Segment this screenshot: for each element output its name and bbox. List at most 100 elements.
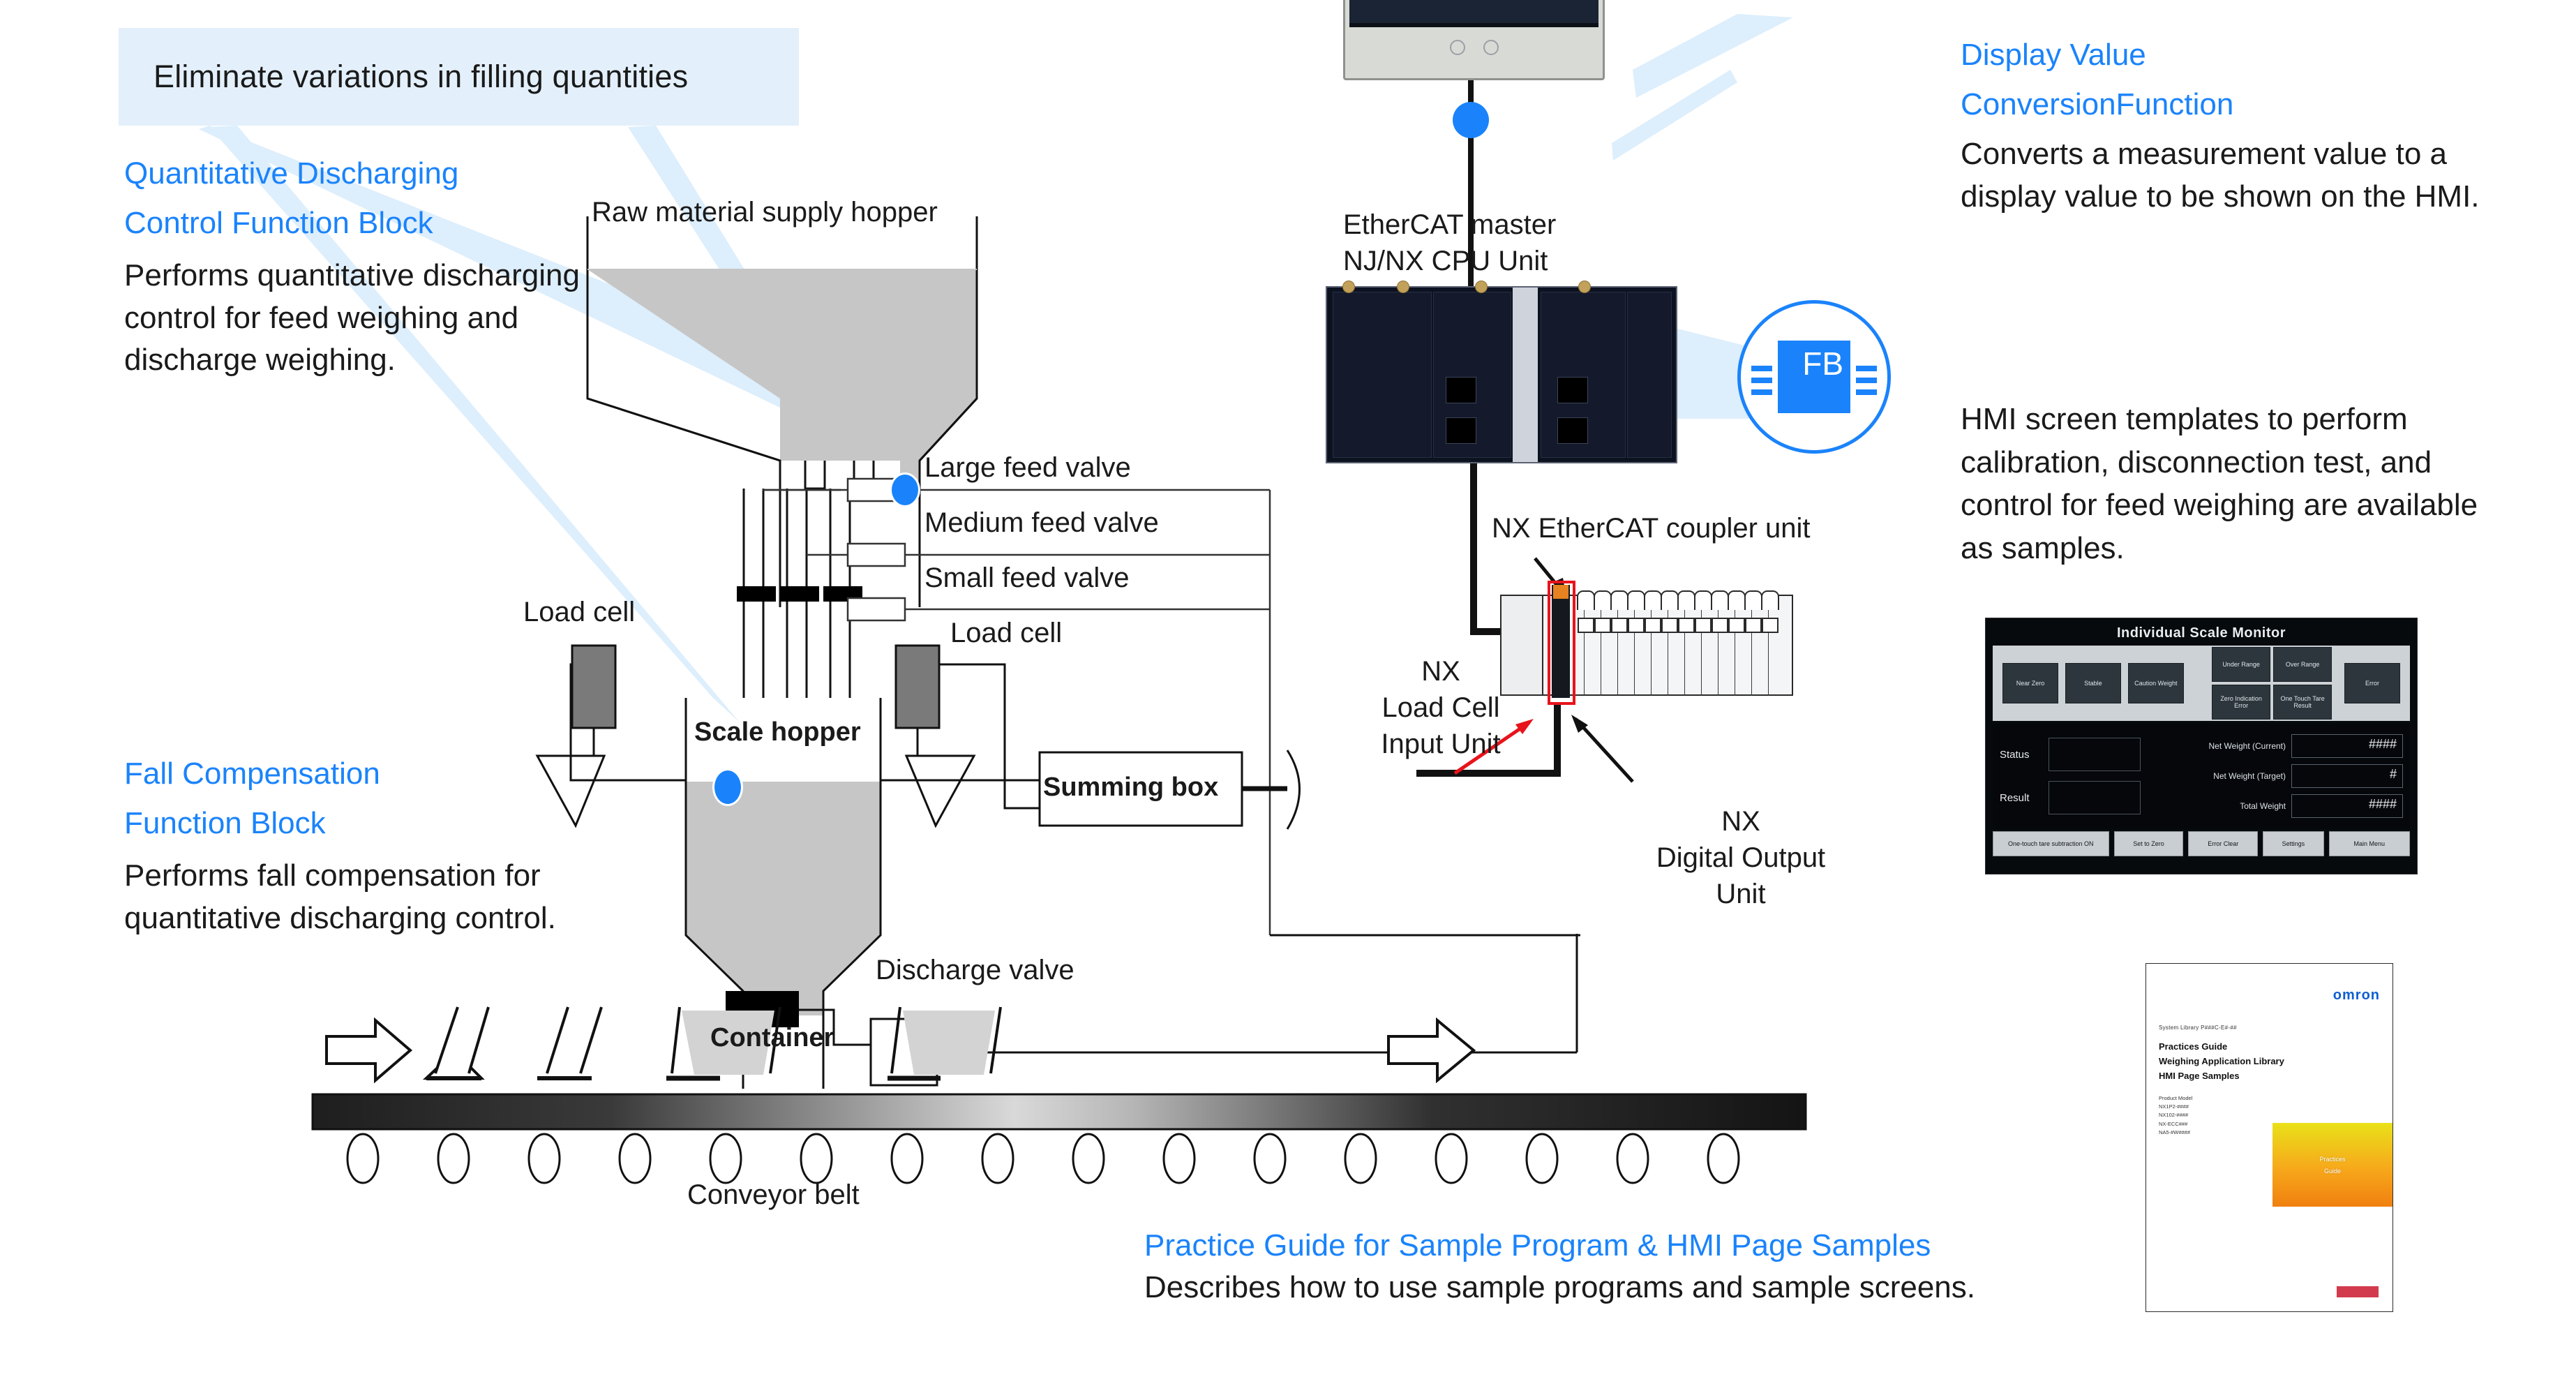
conveyor-belt [311,1093,1807,1184]
guide-title-line2: Weighing Application Library [2159,1055,2284,1066]
label-load-cell-right: Load cell [950,618,1063,648]
flow-arrow-in [325,1017,413,1084]
lamp-zero-indication-error: Zero Indication Error [2212,685,2271,720]
practices-guide-cover: omron System Library P###C-E#-## Practic… [2146,963,2393,1312]
hmi-net-weight-target-label: Net Weight (Target) [2213,771,2286,781]
label-ethercat-master-line2: NJ/NX CPU Unit [1343,246,1548,276]
hmi-touch-panel-device [1343,0,1605,80]
label-nx-load-cell-unit-line3: Input Unit [1381,729,1501,759]
hmi-result-label: Result [2000,791,2030,804]
lamp-one-touch-tare-result: One Touch Tare Result [2273,685,2332,720]
hmi-button-main-menu: Main Menu [2328,831,2410,856]
guide-badge-line2: Guide [2323,1168,2342,1175]
hmi-touch-panel-screen [1349,0,1598,27]
hmi-button-set-to-zero: Set to Zero [2113,831,2184,856]
nx-ethercat-coupler-rack [1500,579,1793,705]
label-large-feed-valve: Large feed valve [924,452,1131,483]
highlight-dot-scale-hopper [712,768,743,806]
lamp-stable: Stable [2065,663,2121,703]
hmi-status-label: Status [2000,748,2030,761]
label-scale-hopper: Scale hopper [694,717,861,747]
lamp-error: Error [2344,663,2401,703]
load-cell-unit-highlight-box [1548,581,1575,705]
lamp-over-range: Over Range [2273,647,2332,682]
individual-scale-monitor-screenshot: Individual Scale Monitor Near Zero Stabl… [1985,618,2418,874]
leader-arrow-digital-output-unit [1571,715,1634,783]
practice-guide-caption: Practice Guide for Sample Program & HMI … [1144,1228,2191,1305]
panel-heading-line2: Control Function Block [124,205,433,240]
panel-display-value-conversion: Display Value ConversionFunction Convert… [1961,35,2519,218]
fb-chip-icon: FB [1751,338,1877,416]
label-load-cell-left: Load cell [523,597,636,627]
highlight-dot-large-feed-valve [890,472,920,507]
label-nx-ethercat-coupler-unit: NX EtherCAT coupler unit [1492,513,1811,544]
hmi-value-panel: Status Result Net Weight (Current) #### … [1993,724,2410,828]
guide-title-line1: Practices Guide [2159,1041,2228,1052]
panel-heading-line2: Function Block [124,805,326,840]
fb-badge-label: FB [1802,345,1843,382]
panel-knob-icon [1483,40,1499,55]
panel-body: Performs fall compensation for quantitat… [124,858,556,935]
fb-pins-left-icon [1751,366,1772,395]
practice-guide-subtitle: Describes how to use sample programs and… [1144,1270,1975,1304]
load-cell-right [881,644,1040,828]
practice-guide-title: Practice Guide for Sample Program & HMI … [1144,1228,1931,1262]
nj-nx-cpu-unit-device [1326,281,1677,463]
hmi-templates-note: HMI screen templates to perform calibrat… [1961,402,2478,565]
hmi-status-field [2049,738,2141,771]
panel-heading-line1: Display Value [1961,38,2146,72]
hmi-total-weight-label: Total Weight [2240,801,2286,811]
label-medium-feed-valve: Medium feed valve [924,507,1159,538]
label-conveyor-belt: Conveyor belt [687,1179,860,1210]
feed-valve-blocks [737,586,862,602]
label-nx-digital-output-unit-line3: Unit [1716,879,1766,909]
lamp-under-range: Under Range [2212,647,2271,682]
panel-fall-compensation: Fall Compensation Function Block Perform… [124,754,641,939]
panel-body: Converts a measurement value to a displa… [1961,137,2480,214]
hmi-net-weight-current-label: Net Weight (Current) [2208,741,2286,751]
label-container: Container [710,1023,834,1052]
function-block-badge: FB [1737,300,1891,454]
panel-quantitative-discharging: Quantitative Discharging Control Functio… [124,154,585,382]
guide-footer-mark [2159,1291,2160,1296]
label-raw-material-supply-hopper: Raw material supply hopper [592,197,938,228]
guide-title-line3: HMI Page Samples [2159,1070,2240,1081]
panel-heading-line2: ConversionFunction [1961,87,2234,121]
guide-red-tag [2337,1286,2379,1297]
nx-ethercat-coupler-unit [1500,595,1543,696]
hmi-screen-title: Individual Scale Monitor [2116,625,2286,641]
guide-practices-badge: Practices Guide [2272,1123,2392,1207]
lamp-near-zero: Near Zero [2002,663,2058,703]
panel-body: Performs quantitative discharging contro… [124,258,580,378]
flow-arrow-out [1387,1017,1476,1084]
raw-material-supply-hopper [586,216,978,607]
label-nx-load-cell-unit-line1: NX [1421,656,1460,687]
fb-pins-right-icon [1856,366,1877,395]
hmi-net-weight-target-value: # [2291,764,2403,788]
hmi-button-one-touch-tare: One-touch tare subtraction ON [1993,831,2109,856]
hmi-total-weight-value: #### [2291,794,2403,818]
lamp-caution-weight: Caution Weight [2127,663,2184,703]
hmi-button-settings: Settings [2263,831,2324,856]
label-small-feed-valve: Small feed valve [924,563,1130,593]
guide-cat-no: System Library P###C-E#-## [2159,1025,2237,1031]
callout-banner: Eliminate variations in filling quantiti… [119,28,799,126]
hmi-touch-panel-bezel [1349,27,1598,68]
highlight-dot-hmi-cable [1453,102,1489,138]
hmi-button-error-clear: Error Clear [2188,831,2259,856]
panel-knob-icon [1449,40,1465,55]
hmi-button-row: One-touch tare subtraction ON Set to Zer… [1993,831,2410,856]
panel-heading-line1: Quantitative Discharging [124,156,459,191]
callout-banner-text: Eliminate variations in filling quantiti… [153,59,689,94]
label-summing-box: Summing box [1043,773,1219,802]
guide-badge-line1: Practices [2319,1156,2346,1163]
label-ethercat-master-line1: EtherCAT master [1343,209,1557,240]
label-nx-digital-output-unit-line1: NX [1721,806,1760,837]
panel-heading-line1: Fall Compensation [124,757,380,791]
containers [422,1006,603,1080]
omron-logo: omron [2332,988,2380,1003]
label-discharge-valve: Discharge valve [876,955,1074,985]
hmi-lamp-panel: Near Zero Stable Caution Weight Under Ra… [1993,646,2410,721]
hmi-result-field [2049,781,2141,814]
hmi-net-weight-current-value: #### [2291,734,2403,758]
